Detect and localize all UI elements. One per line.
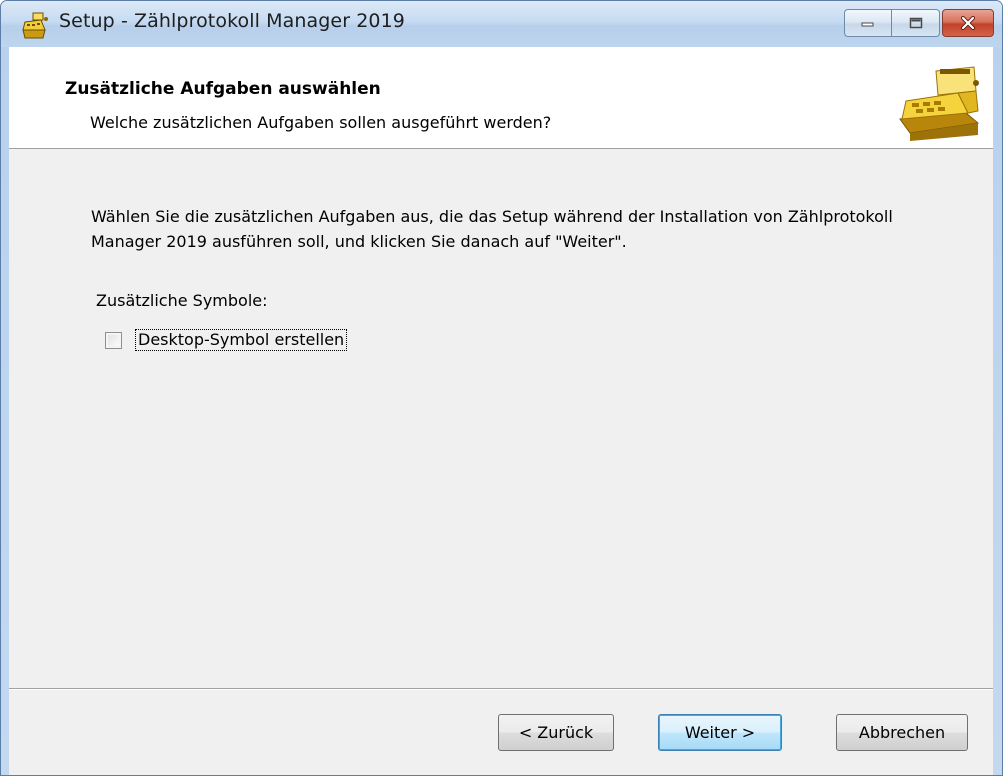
- close-button[interactable]: [942, 9, 994, 37]
- window-title: Setup - Zählprotokoll Manager 2019: [59, 10, 405, 32]
- maximize-button[interactable]: [892, 9, 940, 37]
- desktop-icon-label[interactable]: Desktop-Symbol erstellen: [135, 329, 348, 351]
- wizard-client: Zusätzliche Aufgaben auswählen Welche zu…: [9, 47, 993, 775]
- page-title: Zusätzliche Aufgaben auswählen: [65, 79, 381, 99]
- back-button[interactable]: < Zurück: [498, 714, 614, 751]
- title-bar[interactable]: Setup - Zählprotokoll Manager 2019: [1, 1, 1002, 47]
- group-label: Zusätzliche Symbole:: [96, 291, 268, 310]
- task-desktop-icon[interactable]: Desktop-Symbol erstellen: [105, 329, 348, 351]
- page-subtitle: Welche zusätzlichen Aufgaben sollen ausg…: [90, 113, 552, 132]
- wizard-header: Zusätzliche Aufgaben auswählen Welche zu…: [9, 47, 993, 149]
- cash-register-icon: [22, 12, 48, 39]
- cancel-button[interactable]: Abbrechen: [836, 714, 968, 751]
- intro-text: Wählen Sie die zusätzlichen Aufgaben aus…: [91, 207, 893, 251]
- cash-register-icon: [899, 66, 980, 141]
- next-button[interactable]: Weiter >: [658, 714, 782, 751]
- setup-window: Setup - Zählprotokoll Manager 2019 Zusät…: [0, 0, 1003, 776]
- button-separator: [9, 688, 993, 690]
- minimize-icon: [861, 22, 874, 27]
- caption-buttons: [844, 9, 994, 39]
- minimize-button[interactable]: [844, 9, 892, 37]
- close-icon: [961, 16, 975, 30]
- maximize-icon: [909, 17, 922, 29]
- desktop-icon-checkbox[interactable]: [105, 331, 122, 349]
